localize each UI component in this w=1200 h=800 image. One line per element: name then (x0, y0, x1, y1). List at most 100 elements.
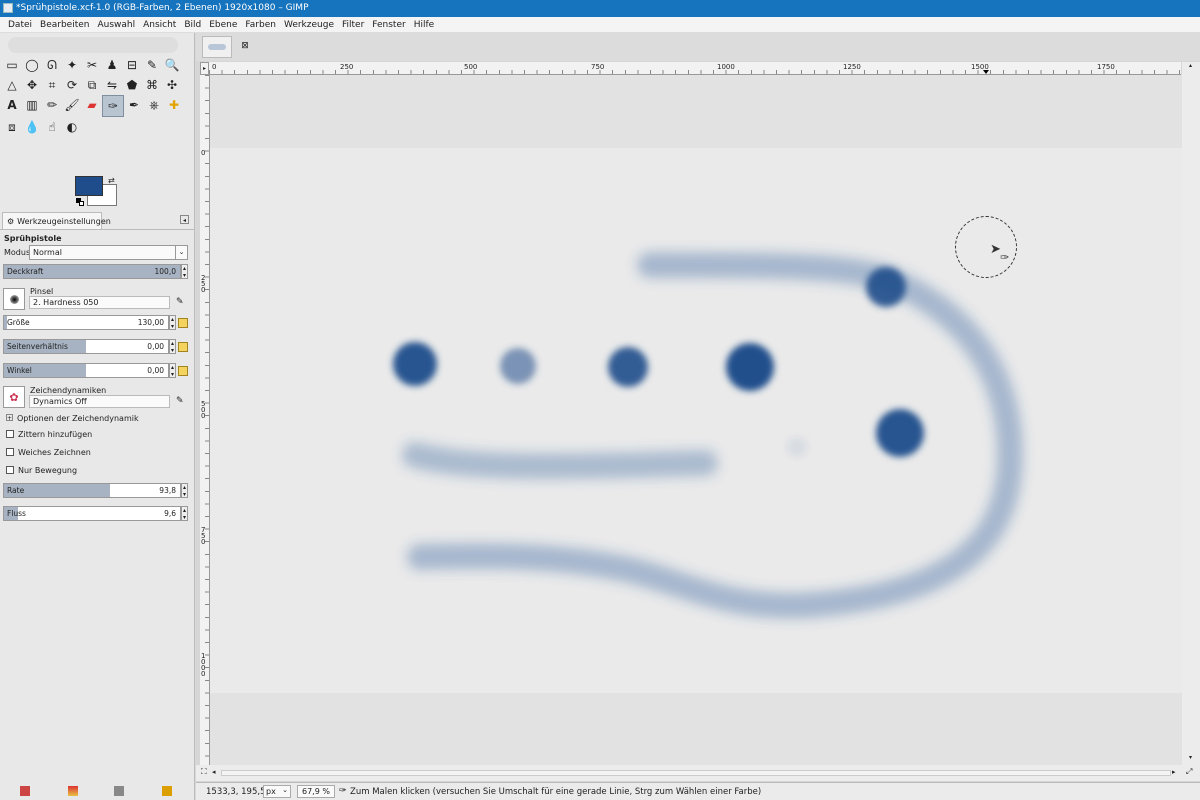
scissors-icon[interactable]: ✂ (82, 55, 102, 75)
foreground-select-icon[interactable]: ♟ (102, 55, 122, 75)
vertical-scrollbar[interactable]: ▴ ▾ (1182, 62, 1200, 765)
unified-transform-icon[interactable]: ✣ (162, 75, 182, 95)
rate-slider[interactable]: Rate 93,8 (3, 483, 181, 498)
panel-menu-icon[interactable]: ◂ (180, 215, 189, 224)
move-icon[interactable]: ✥ (22, 75, 42, 95)
reset-options-icon[interactable] (162, 786, 172, 796)
opacity-slider[interactable]: Deckkraft 100,0 (3, 264, 181, 279)
rotate-icon[interactable]: ⟳ (62, 75, 82, 95)
airbrush-icon[interactable]: ✑ (102, 95, 124, 117)
gradient-icon[interactable]: ▥ (22, 95, 42, 115)
default-colors-icon[interactable] (76, 198, 84, 206)
dynamics-options-expander[interactable]: Optionen der Zeichendynamik (17, 414, 139, 423)
mode-select[interactable]: Normal ⌄ (29, 245, 188, 260)
horizontal-ruler[interactable]: 0 250 500 750 1000 1250 1500 1750 (209, 62, 1181, 75)
menu-werkzeuge[interactable]: Werkzeuge (280, 20, 338, 30)
size-slider[interactable]: Größe 130,00 (3, 315, 169, 330)
menu-ansicht[interactable]: Ansicht (139, 20, 180, 30)
ink-icon[interactable]: ✒ (124, 95, 144, 115)
perspective-clone-icon[interactable]: ⧈ (2, 117, 22, 137)
cage-icon[interactable]: ⬟ (122, 75, 142, 95)
pointer-position-marker (983, 70, 989, 74)
scroll-right-icon[interactable]: ▸ (1172, 768, 1176, 776)
image-tabbar: ⊠ (196, 33, 1200, 61)
rect-select-icon[interactable]: ▭ (2, 55, 22, 75)
dodge-icon[interactable]: ◐ (62, 117, 82, 137)
align-icon[interactable]: ⊟ (122, 55, 142, 75)
opacity-spinner[interactable]: ▴ ▾ (181, 264, 188, 279)
text-icon[interactable]: A (2, 95, 22, 115)
smudge-icon[interactable]: ☝ (42, 117, 62, 137)
tool-options-tab[interactable]: ⚙ Werkzeugeinstellungen (2, 212, 111, 229)
edit-brush-icon[interactable]: ✎ (176, 297, 184, 307)
expand-icon[interactable]: + (6, 414, 13, 422)
menu-filter[interactable]: Filter (338, 20, 368, 30)
size-spinner[interactable]: ▴ ▾ (169, 315, 176, 330)
motion-only-checkbox[interactable] (6, 466, 14, 474)
flip-icon[interactable]: ⇋ (102, 75, 122, 95)
scroll-down-icon[interactable]: ▾ (1189, 754, 1192, 761)
scroll-up-icon[interactable]: ▴ (1189, 62, 1192, 69)
heal-icon[interactable]: ✚ (164, 95, 184, 115)
window-titlebar: *Sprühpistole.xcf-1.0 (RGB-Farben, 2 Ebe… (0, 0, 1200, 17)
blur-icon[interactable]: 💧 (22, 117, 42, 137)
horizontal-scrollbar[interactable] (221, 770, 1171, 776)
size-reset-icon[interactable] (178, 318, 188, 328)
menu-datei[interactable]: Datei (4, 20, 36, 30)
brush-preview[interactable] (3, 288, 25, 310)
warp-icon[interactable]: ⌘ (142, 75, 162, 95)
close-tab-icon[interactable]: ⊠ (240, 41, 250, 51)
quick-mask-corner-icon[interactable]: ▸ (200, 62, 209, 75)
dynamics-preview-icon[interactable]: ✿ (3, 386, 25, 408)
measure-icon[interactable]: △ (2, 75, 22, 95)
angle-spinner[interactable]: ▴ ▾ (169, 363, 176, 378)
restore-options-icon[interactable] (68, 786, 78, 796)
aspect-spinner[interactable]: ▴ ▾ (169, 339, 176, 354)
flow-spinner[interactable]: ▴ ▾ (181, 506, 188, 521)
ellipse-select-icon[interactable]: ◯ (22, 55, 42, 75)
dynamics-field[interactable]: Dynamics Off (29, 395, 170, 408)
unit-select[interactable]: px ⌄ (263, 785, 291, 798)
edit-dynamics-icon[interactable]: ✎ (176, 396, 184, 406)
zoom-icon[interactable]: 🔍 (162, 55, 182, 75)
eraser-icon[interactable]: ▰ (82, 95, 102, 115)
menu-fenster[interactable]: Fenster (368, 20, 409, 30)
tool-options-tab-label: Werkzeugeinstellungen (17, 216, 111, 226)
paintbrush-icon[interactable]: 🖌 (62, 95, 82, 115)
canvas-viewport[interactable]: ➤ ✑ (210, 75, 1182, 765)
smooth-checkbox[interactable] (6, 448, 14, 456)
fuzzy-select-icon[interactable]: ✦ (62, 55, 82, 75)
zoom-value: 67,9 % (302, 787, 330, 796)
menu-bild[interactable]: Bild (180, 20, 205, 30)
image-tab-thumbnail[interactable] (202, 36, 232, 58)
pencil-icon[interactable]: ✏ (42, 95, 62, 115)
zoom-select[interactable]: 67,9 % (297, 785, 335, 798)
perspective-icon[interactable]: ⧉ (82, 75, 102, 95)
swap-colors-icon[interactable]: ⇄ (108, 176, 115, 185)
flow-slider[interactable]: Fluss 9,6 (3, 506, 181, 521)
menu-bearbeiten[interactable]: Bearbeiten (36, 20, 93, 30)
navigate-icon[interactable]: ⛶ (201, 767, 207, 777)
vertical-ruler[interactable]: 0 250 500 750 1000 (200, 75, 210, 765)
rate-spinner[interactable]: ▴ ▾ (181, 483, 188, 498)
vruler-minor-ticks (205, 75, 209, 765)
angle-slider[interactable]: Winkel 0,00 (3, 363, 169, 378)
brush-name-field[interactable]: 2. Hardness 050 (29, 296, 170, 309)
lasso-icon[interactable]: ᘏ (42, 55, 62, 75)
save-options-icon[interactable] (20, 786, 30, 796)
crop-icon[interactable]: ⌗ (42, 75, 62, 95)
menu-auswahl[interactable]: Auswahl (93, 20, 139, 30)
scroll-left-icon[interactable]: ◂ (212, 768, 216, 776)
clone-icon[interactable]: ⎈ (144, 95, 164, 115)
menu-ebene[interactable]: Ebene (205, 20, 241, 30)
menu-farben[interactable]: Farben (241, 20, 280, 30)
aspect-slider[interactable]: Seitenverhältnis 0,00 (3, 339, 169, 354)
paths-icon[interactable]: ✎ (142, 55, 162, 75)
delete-options-icon[interactable] (114, 786, 124, 796)
menu-hilfe[interactable]: Hilfe (410, 20, 438, 30)
jitter-checkbox[interactable] (6, 430, 14, 438)
zoom-fit-icon[interactable]: ⤢ (1186, 767, 1192, 777)
angle-reset-icon[interactable] (178, 366, 188, 376)
foreground-color-swatch[interactable] (75, 176, 103, 196)
aspect-reset-icon[interactable] (178, 342, 188, 352)
